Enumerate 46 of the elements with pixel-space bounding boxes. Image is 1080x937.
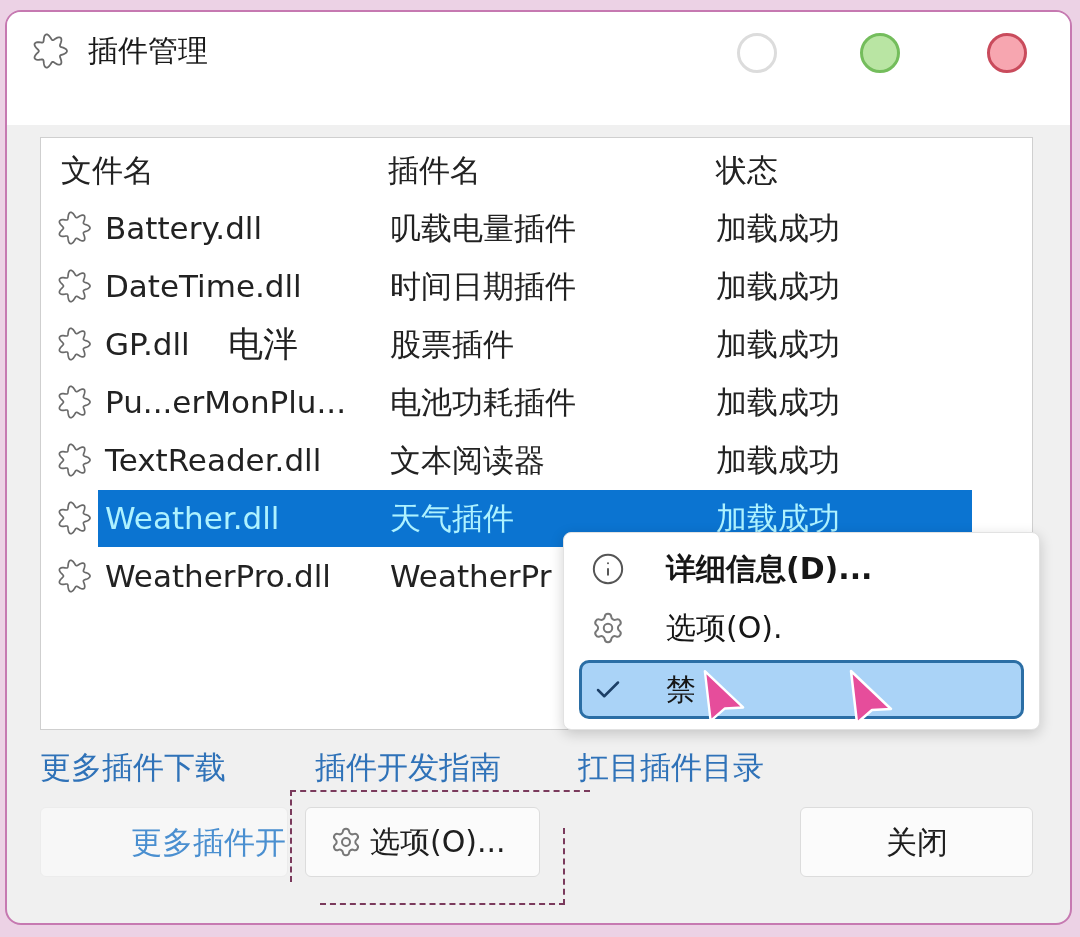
cog-icon [57, 501, 91, 535]
table-cell: 时间日期插件 [390, 267, 576, 304]
link[interactable]: 插件开发指南 [315, 750, 501, 784]
table-cell: TextReader.dll [105, 444, 322, 476]
minimize-button[interactable] [737, 33, 777, 73]
table-cell: 加载成功 [716, 383, 840, 420]
stray-text: 电泮 [227, 326, 298, 362]
table-cell: 股票插件 [390, 325, 514, 362]
window-title: 插件管理 [88, 32, 208, 70]
link[interactable]: 扛目插件目录 [578, 750, 764, 784]
table-cell: Weather.dll [105, 502, 280, 534]
table-cell: 叽载电量插件 [390, 209, 576, 246]
table-cell: WeatherPro.dll [105, 560, 331, 592]
table-cell: 电池功耗插件 [390, 383, 576, 420]
table-cell: WeatherPr [390, 557, 552, 594]
column-header[interactable]: 状态 [716, 151, 778, 188]
cog-icon [32, 32, 68, 70]
cog-icon [57, 269, 91, 303]
table-cell: Pu...erMonPlu... [105, 386, 347, 418]
cog-icon [57, 559, 91, 593]
table-cell: GP.dll [105, 328, 190, 360]
cog-icon [57, 327, 91, 361]
column-header[interactable]: 文件名 [61, 151, 154, 188]
options-button[interactable]: 选项(O)... [305, 807, 540, 877]
table-cell: 文本阅读器 [390, 441, 545, 478]
table-cell: 加载成功 [716, 499, 840, 536]
column-header[interactable]: 插件名 [388, 151, 481, 188]
menu-item[interactable]: 选项(O). [579, 598, 1024, 657]
menu-item[interactable]: 禁 [579, 660, 1024, 719]
gear-icon [330, 826, 362, 858]
info-icon [591, 551, 625, 586]
table-cell: 加载成功 [716, 441, 840, 478]
table-cell: DateTime.dll [105, 270, 302, 302]
table-cell: 加载成功 [716, 325, 840, 362]
cog-icon [57, 385, 91, 419]
maximize-button[interactable] [860, 33, 900, 73]
cog-icon [57, 211, 91, 245]
close-dialog-button[interactable]: 关闭 [800, 807, 1033, 877]
gear-icon [591, 610, 625, 645]
table-cell: 加载成功 [716, 209, 840, 246]
table-cell: 加载成功 [716, 267, 840, 304]
table-cell: 天气插件 [390, 499, 514, 536]
close-button[interactable] [987, 33, 1027, 73]
table-cell: Battery.dll [105, 212, 263, 244]
link[interactable]: 更多插件下载 [40, 750, 226, 784]
cog-icon [57, 443, 91, 477]
